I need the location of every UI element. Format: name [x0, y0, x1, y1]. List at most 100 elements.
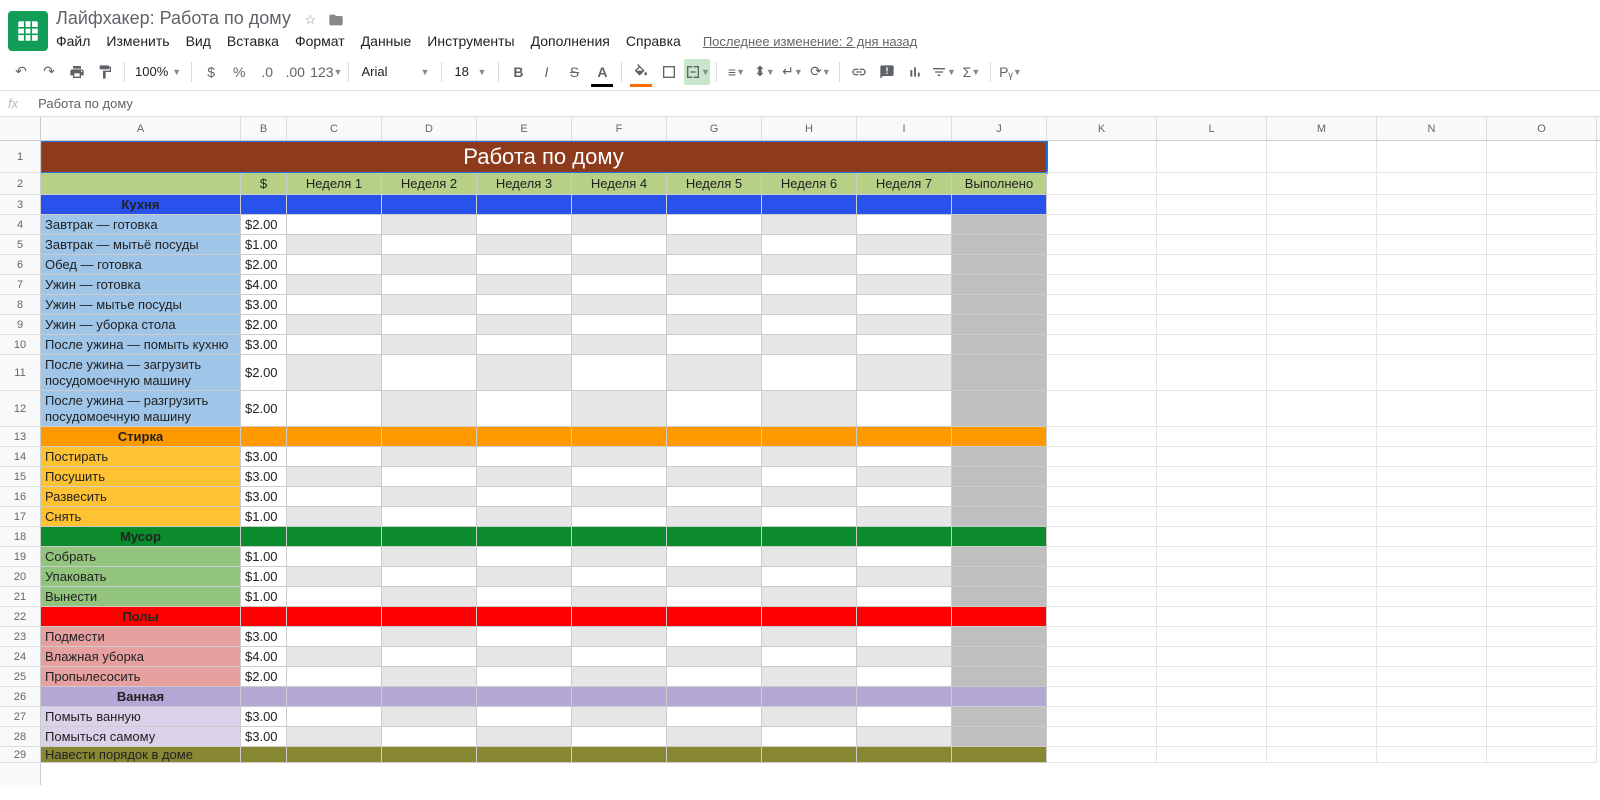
- menu-данные[interactable]: Данные: [361, 33, 412, 49]
- cell[interactable]: [1487, 215, 1597, 235]
- cell[interactable]: [1267, 707, 1377, 727]
- cell[interactable]: Неделя 2: [382, 173, 477, 195]
- cell[interactable]: [857, 467, 952, 487]
- cell[interactable]: [667, 587, 762, 607]
- cell[interactable]: $3.00: [241, 727, 287, 747]
- cell[interactable]: [857, 527, 952, 547]
- row-header-6[interactable]: 6: [0, 255, 40, 275]
- cell[interactable]: [1267, 747, 1377, 763]
- row-header-29[interactable]: 29: [0, 747, 40, 763]
- cell[interactable]: [1157, 687, 1267, 707]
- cell[interactable]: [952, 627, 1047, 647]
- cell[interactable]: [952, 447, 1047, 467]
- cell[interactable]: [952, 547, 1047, 567]
- cell[interactable]: [287, 391, 382, 427]
- cell[interactable]: $4.00: [241, 275, 287, 295]
- cell[interactable]: [1377, 335, 1487, 355]
- cell[interactable]: [1047, 141, 1157, 173]
- cell[interactable]: $3.00: [241, 627, 287, 647]
- cell[interactable]: [241, 427, 287, 447]
- cell[interactable]: [857, 667, 952, 687]
- cell[interactable]: [1487, 647, 1597, 667]
- cell[interactable]: [241, 747, 287, 763]
- cell[interactable]: [1047, 747, 1157, 763]
- cell[interactable]: [572, 391, 667, 427]
- cell[interactable]: [857, 487, 952, 507]
- cell[interactable]: $3.00: [241, 295, 287, 315]
- cell[interactable]: Постирать: [41, 447, 241, 467]
- cell[interactable]: [1377, 235, 1487, 255]
- cell[interactable]: [572, 335, 667, 355]
- cell[interactable]: [572, 627, 667, 647]
- cell[interactable]: [382, 427, 477, 447]
- cell[interactable]: [287, 335, 382, 355]
- cell[interactable]: Неделя 1: [287, 173, 382, 195]
- cell[interactable]: [1157, 507, 1267, 527]
- cell[interactable]: [287, 295, 382, 315]
- cell[interactable]: Неделя 6: [762, 173, 857, 195]
- cell[interactable]: [857, 507, 952, 527]
- row-header-9[interactable]: 9: [0, 315, 40, 335]
- cell[interactable]: [1377, 295, 1487, 315]
- cell[interactable]: [287, 195, 382, 215]
- col-header-B[interactable]: B: [241, 117, 287, 140]
- menu-вставка[interactable]: Вставка: [227, 33, 279, 49]
- strikethrough-button[interactable]: S: [561, 59, 587, 85]
- cell[interactable]: [1047, 215, 1157, 235]
- cell[interactable]: [1487, 627, 1597, 647]
- cell[interactable]: [857, 315, 952, 335]
- cell[interactable]: [667, 195, 762, 215]
- italic-button[interactable]: I: [533, 59, 559, 85]
- cell[interactable]: [762, 567, 857, 587]
- cell[interactable]: После ужина — помыть кухню: [41, 335, 241, 355]
- cell[interactable]: [287, 667, 382, 687]
- cell[interactable]: [762, 427, 857, 447]
- cell[interactable]: [1157, 467, 1267, 487]
- cell[interactable]: [1157, 607, 1267, 627]
- cell[interactable]: [952, 667, 1047, 687]
- cell[interactable]: [1267, 391, 1377, 427]
- cell[interactable]: [1157, 141, 1267, 173]
- row-header-5[interactable]: 5: [0, 235, 40, 255]
- cell[interactable]: $3.00: [241, 447, 287, 467]
- cell[interactable]: [1267, 141, 1377, 173]
- cell[interactable]: [477, 355, 572, 391]
- cell[interactable]: [477, 567, 572, 587]
- cell[interactable]: [667, 427, 762, 447]
- cell[interactable]: Обед — готовка: [41, 255, 241, 275]
- cell[interactable]: $1.00: [241, 567, 287, 587]
- cell[interactable]: [287, 627, 382, 647]
- cell[interactable]: [1377, 587, 1487, 607]
- cell[interactable]: Посушить: [41, 467, 241, 487]
- cell[interactable]: [382, 567, 477, 587]
- cell[interactable]: [952, 467, 1047, 487]
- cell[interactable]: [1047, 567, 1157, 587]
- cell[interactable]: [1377, 507, 1487, 527]
- cell[interactable]: [1487, 335, 1597, 355]
- cell[interactable]: [382, 195, 477, 215]
- cell[interactable]: [572, 647, 667, 667]
- cell[interactable]: [1377, 275, 1487, 295]
- cell[interactable]: [477, 195, 572, 215]
- cell[interactable]: [762, 447, 857, 467]
- cell[interactable]: [572, 527, 667, 547]
- cell[interactable]: $2.00: [241, 355, 287, 391]
- cell[interactable]: [572, 687, 667, 707]
- cell[interactable]: [572, 427, 667, 447]
- col-header-A[interactable]: A: [41, 117, 241, 140]
- chart-button[interactable]: [902, 59, 928, 85]
- cell[interactable]: [287, 607, 382, 627]
- cell[interactable]: [762, 335, 857, 355]
- cell[interactable]: Влажная уборка: [41, 647, 241, 667]
- cell[interactable]: [477, 547, 572, 567]
- cell[interactable]: [477, 627, 572, 647]
- cell[interactable]: [572, 707, 667, 727]
- cell[interactable]: [287, 687, 382, 707]
- cell[interactable]: [1157, 707, 1267, 727]
- cell[interactable]: [572, 275, 667, 295]
- cell[interactable]: [287, 527, 382, 547]
- cell[interactable]: $3.00: [241, 707, 287, 727]
- cell[interactable]: [1487, 607, 1597, 627]
- cell[interactable]: [1377, 355, 1487, 391]
- menu-изменить[interactable]: Изменить: [106, 33, 169, 49]
